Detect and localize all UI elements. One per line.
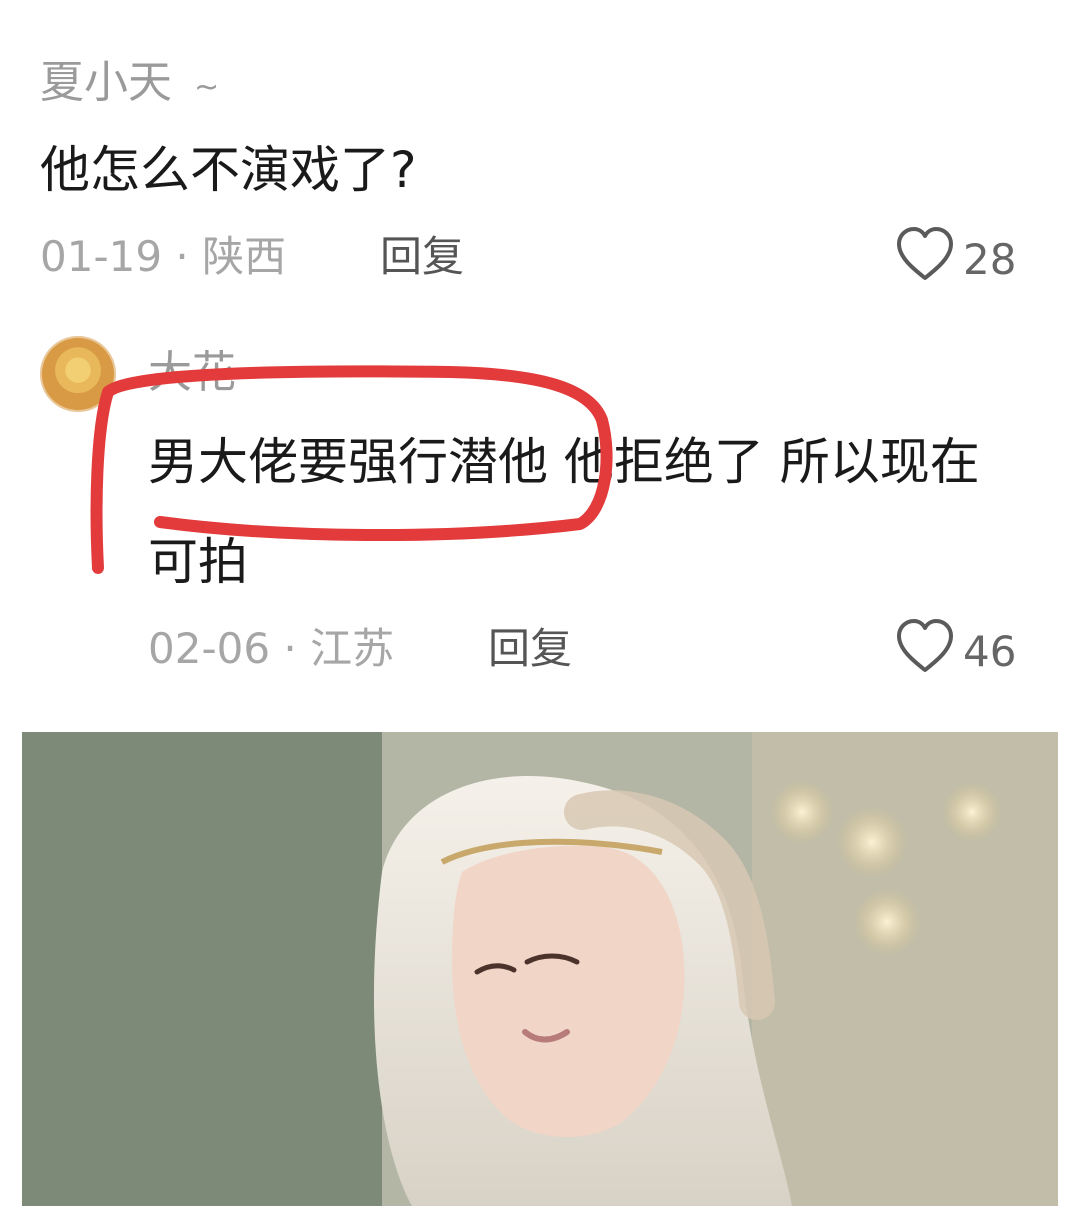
embedded-photo — [22, 732, 1058, 1206]
portrait-image — [22, 732, 1058, 1206]
